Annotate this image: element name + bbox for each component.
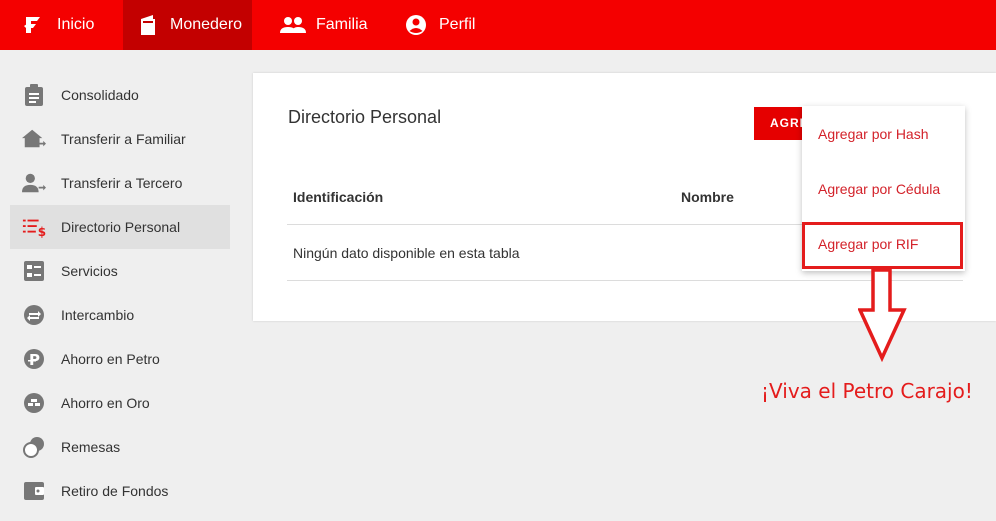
down-arrow-icon [858,268,907,362]
sidebar-item-ahorro-oro[interactable]: Ahorro en Oro [10,381,230,425]
nav-inicio-label: Inicio [57,16,95,33]
sidebar-item-retiro-fondos[interactable]: Retiro de Fondos [10,469,230,513]
list-dollar-icon: $ [22,215,46,239]
home-transfer-icon [22,127,46,151]
svg-text:$: $ [38,225,46,238]
nav-monedero[interactable]: Monedero [123,0,252,50]
clipboard-icon [22,83,46,107]
sidebar-item-directorio-personal[interactable]: $ Directorio Personal [10,205,230,249]
exchange-icon [22,303,46,327]
sidebar-item-consolidado[interactable]: Consolidado [10,73,230,117]
page-title: Directorio Personal [288,107,442,127]
remittance-icon [22,435,46,459]
services-icon [22,259,46,283]
person-transfer-icon [22,171,46,195]
sidebar-item-intercambio[interactable]: Intercambio [10,293,230,337]
sidebar-item-label: Ahorro en Oro [61,395,150,411]
sidebar-item-label: Transferir a Tercero [61,175,183,191]
top-navbar: Inicio Monedero Familia Perfil [0,0,996,50]
annotation-slogan: ¡Viva el Petro Carajo! [761,379,973,403]
sidebar-item-label: Directorio Personal [61,219,181,235]
sidebar-item-label: Intercambio [61,307,135,323]
nav-familia-label: Familia [316,16,368,33]
nav-familia[interactable]: Familia [252,0,377,50]
sidebar-item-servicios[interactable]: Servicios [10,249,230,293]
account-circle-icon [405,14,427,36]
column-header-identificacion[interactable]: Identificación [293,189,383,205]
sidebar-item-label: Ahorro en Petro [61,351,160,367]
highlight-box [802,222,963,269]
nav-perfil-label: Perfil [439,16,476,33]
nav-monedero-label: Monedero [170,16,243,33]
nav-inicio[interactable]: Inicio [0,0,123,50]
nav-perfil[interactable]: Perfil [377,0,475,50]
people-icon [280,16,306,34]
sidebar-item-transferir-tercero[interactable]: Transferir a Tercero [10,161,230,205]
petro-logo-icon [22,14,44,36]
sidebar-item-label: Transferir a Familiar [61,131,186,147]
sidebar-item-label: Retiro de Fondos [61,483,169,499]
sidebar-item-transferir-familiar[interactable]: Transferir a Familiar [10,117,230,161]
withdraw-icon [22,479,46,503]
menu-item-agregar-cedula[interactable]: Agregar por Cédula [818,181,940,197]
petro-coin-icon: P [22,347,46,371]
menu-item-agregar-hash[interactable]: Agregar por Hash [818,126,929,142]
table-empty-message: Ningún dato disponible en esta tabla [293,245,520,261]
wallet-icon [139,14,157,36]
gold-icon [22,391,46,415]
sidebar-item-remesas[interactable]: Remesas [10,425,230,469]
sidebar-item-label: Remesas [61,439,121,455]
column-header-nombre[interactable]: Nombre [681,189,734,205]
sidebar-item-label: Servicios [61,263,118,279]
sidebar-item-ahorro-petro[interactable]: P Ahorro en Petro [10,337,230,381]
sidebar-item-label: Consolidado [61,87,139,103]
sidebar: Consolidado Transferir a Familiar Transf… [10,73,230,513]
